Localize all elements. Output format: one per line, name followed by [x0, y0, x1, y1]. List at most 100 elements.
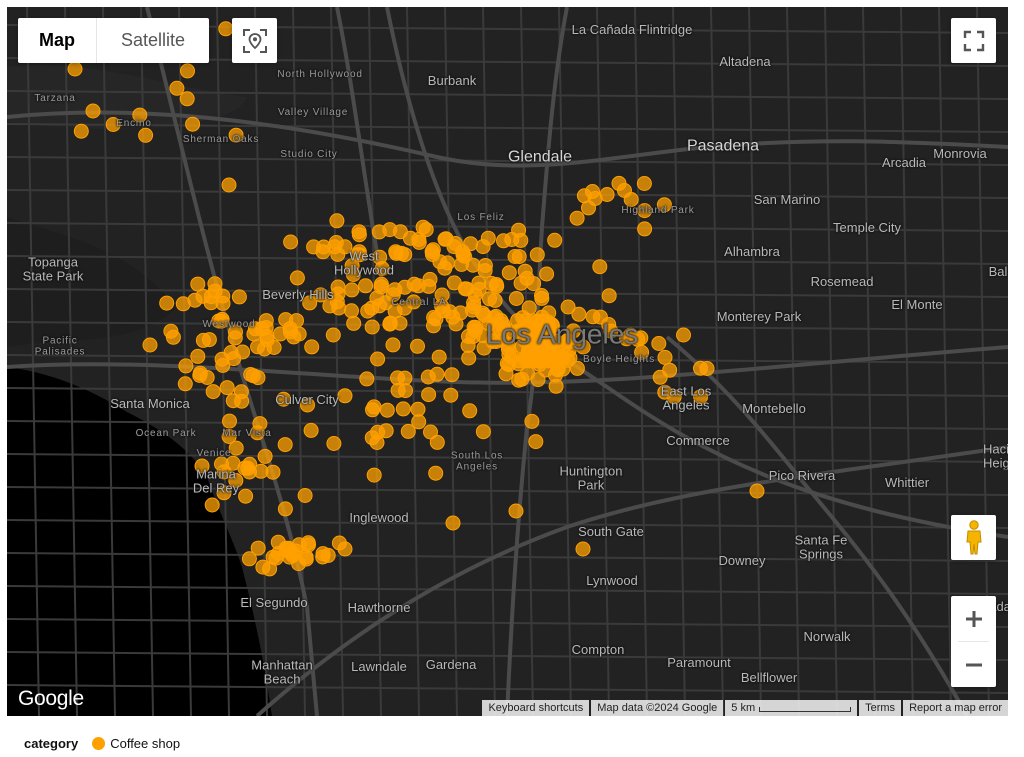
coffee-shop-marker[interactable]	[511, 249, 527, 265]
coffee-shop-marker[interactable]	[534, 288, 549, 303]
coffee-shop-marker[interactable]	[329, 213, 345, 229]
coffee-shop-marker[interactable]	[370, 424, 386, 440]
coffee-shop-marker[interactable]	[524, 413, 540, 429]
map-type-satellite-button[interactable]: Satellite	[97, 18, 209, 63]
coffee-shop-marker[interactable]	[406, 276, 422, 292]
coffee-shop-marker[interactable]	[410, 338, 425, 354]
coffee-shop-marker[interactable]	[328, 235, 344, 250]
coffee-shop-marker[interactable]	[344, 282, 360, 298]
coffee-shop-marker[interactable]	[496, 233, 511, 249]
coffee-shop-marker[interactable]	[379, 402, 395, 418]
coffee-shop-marker[interactable]	[190, 348, 206, 364]
coffee-shop-marker[interactable]	[304, 339, 320, 355]
coffee-shop-marker[interactable]	[444, 367, 460, 383]
coffee-shop-marker[interactable]	[179, 91, 195, 107]
coffee-shop-marker[interactable]	[185, 116, 201, 132]
coffee-shop-marker[interactable]	[282, 324, 298, 340]
coffee-shop-marker[interactable]	[175, 296, 191, 312]
coffee-shop-marker[interactable]	[539, 266, 555, 282]
coffee-shop-marker[interactable]	[548, 378, 564, 394]
coffee-shop-marker[interactable]	[178, 358, 194, 374]
coffee-shop-marker[interactable]	[587, 191, 603, 206]
coffee-shop-marker[interactable]	[180, 63, 195, 79]
coffee-shop-marker[interactable]	[651, 336, 667, 351]
coffee-shop-marker[interactable]	[177, 376, 193, 392]
map-canvas[interactable]: La Cañada Flintridge Altadena North Holl…	[7, 7, 1008, 716]
coffee-shop-marker[interactable]	[501, 347, 517, 363]
coffee-shop-marker[interactable]	[234, 393, 250, 409]
coffee-shop-marker[interactable]	[575, 541, 591, 557]
coffee-shop-marker[interactable]	[462, 403, 478, 419]
coffee-shop-marker[interactable]	[528, 434, 544, 450]
coffee-shop-marker[interactable]	[351, 227, 367, 243]
coffee-shop-marker[interactable]	[526, 276, 542, 292]
coffee-shop-marker[interactable]	[326, 436, 342, 451]
coffee-shop-marker[interactable]	[218, 21, 234, 37]
coffee-shop-marker[interactable]	[438, 231, 454, 247]
street-view-pegman-button[interactable]	[951, 515, 996, 560]
coffee-shop-marker[interactable]	[662, 362, 678, 378]
coffee-shop-marker[interactable]	[562, 350, 578, 366]
coffee-shop-marker[interactable]	[85, 103, 101, 119]
coffee-shop-marker[interactable]	[475, 239, 491, 255]
coffee-shop-marker[interactable]	[190, 276, 206, 292]
coffee-shop-marker[interactable]	[204, 497, 220, 513]
coffee-shop-marker[interactable]	[423, 424, 438, 440]
coffee-shop-marker[interactable]	[142, 337, 158, 353]
coffee-shop-marker[interactable]	[397, 370, 413, 386]
coffee-shop-marker[interactable]	[214, 351, 230, 367]
coffee-shop-marker[interactable]	[699, 361, 715, 376]
coffee-shop-marker[interactable]	[440, 255, 455, 271]
coffee-shop-marker[interactable]	[501, 265, 517, 281]
coffee-shop-marker[interactable]	[257, 448, 273, 464]
coffee-shop-marker[interactable]	[289, 270, 305, 286]
zoom-in-button[interactable]	[951, 596, 996, 641]
coffee-shop-marker[interactable]	[508, 503, 524, 519]
coffee-shop-marker[interactable]	[385, 337, 401, 353]
coffee-shop-marker[interactable]	[749, 483, 765, 499]
coffee-shop-marker[interactable]	[373, 276, 389, 292]
coffee-shop-marker[interactable]	[397, 247, 413, 263]
coffee-shop-marker[interactable]	[657, 349, 673, 365]
coffee-shop-marker[interactable]	[395, 401, 411, 417]
coffee-shop-marker[interactable]	[443, 387, 459, 403]
coffee-shop-marker[interactable]	[301, 537, 316, 553]
coffee-shop-marker[interactable]	[528, 348, 544, 364]
coffee-shop-marker[interactable]	[370, 351, 386, 367]
coffee-shop-marker[interactable]	[169, 80, 185, 96]
coffee-shop-marker[interactable]	[637, 221, 653, 237]
coffee-shop-marker[interactable]	[195, 332, 211, 348]
coffee-shop-marker[interactable]	[245, 368, 261, 384]
coffee-shop-marker[interactable]	[369, 290, 385, 306]
coffee-shop-marker[interactable]	[192, 365, 208, 381]
coffee-shop-marker[interactable]	[517, 263, 533, 279]
coffee-shop-marker[interactable]	[346, 315, 362, 331]
coffee-shop-marker[interactable]	[569, 210, 585, 226]
coffee-shop-marker[interactable]	[277, 501, 293, 517]
coffee-shop-marker[interactable]	[315, 546, 331, 562]
coffee-shop-marker[interactable]	[73, 123, 89, 139]
coffee-shop-marker[interactable]	[429, 366, 445, 382]
coffee-shop-marker[interactable]	[203, 289, 219, 305]
coffee-shop-marker[interactable]	[477, 258, 493, 273]
zoom-out-button[interactable]	[951, 642, 996, 687]
coffee-shop-marker[interactable]	[163, 323, 179, 339]
coffee-shop-marker[interactable]	[411, 234, 427, 250]
coffee-shop-marker[interactable]	[366, 467, 382, 483]
coffee-shop-marker[interactable]	[508, 291, 524, 306]
coffee-shop-marker[interactable]	[358, 278, 374, 294]
coffee-shop-marker[interactable]	[431, 349, 447, 365]
coffee-shop-marker[interactable]	[410, 401, 426, 417]
coffee-shop-marker[interactable]	[428, 465, 444, 481]
coffee-shop-marker[interactable]	[159, 295, 175, 311]
coffee-shop-marker[interactable]	[297, 488, 313, 503]
coffee-shop-marker[interactable]	[303, 422, 319, 438]
coffee-shop-marker[interactable]	[487, 292, 503, 308]
coffee-shop-marker[interactable]	[257, 341, 272, 357]
coffee-shop-marker[interactable]	[278, 542, 294, 558]
coffee-shop-marker[interactable]	[360, 303, 376, 319]
coffee-shop-marker[interactable]	[547, 232, 563, 248]
coffee-shop-marker[interactable]	[421, 278, 437, 294]
coffee-shop-marker[interactable]	[359, 371, 375, 387]
coffee-shop-marker[interactable]	[457, 281, 473, 297]
